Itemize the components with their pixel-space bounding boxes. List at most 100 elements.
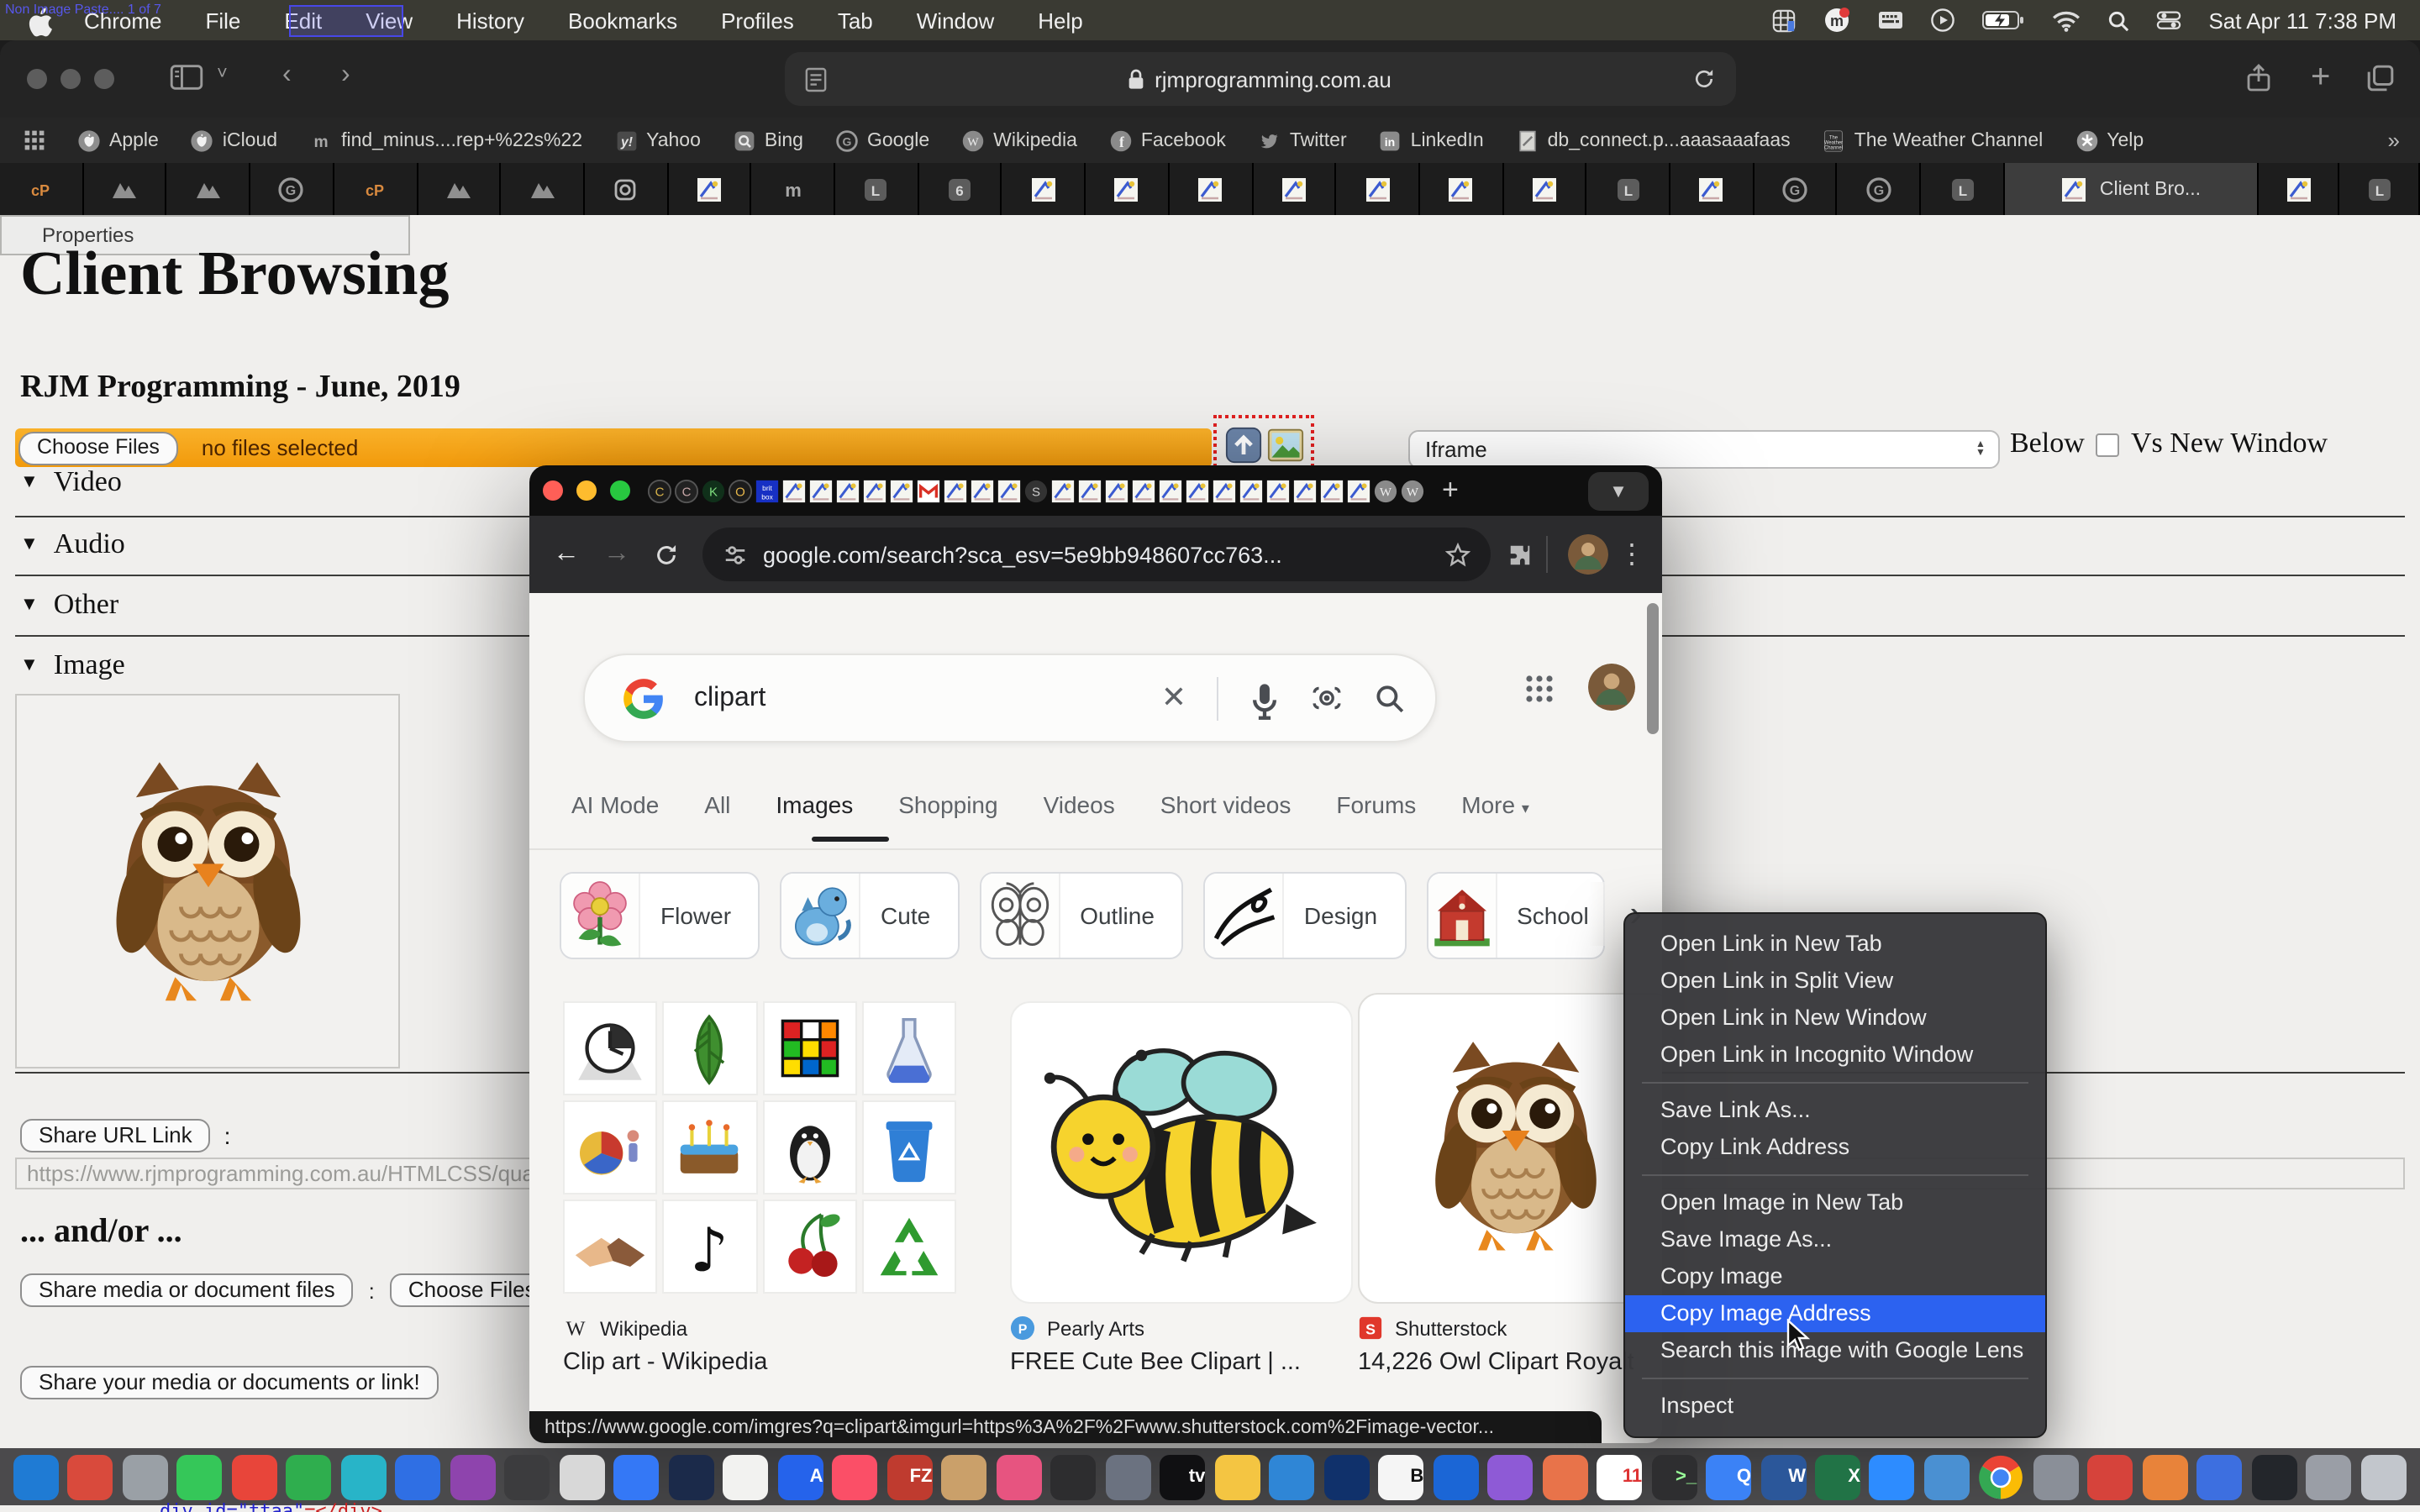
browser-tab[interactable]: L bbox=[835, 163, 918, 215]
dock-icon[interactable] bbox=[1542, 1454, 1587, 1499]
owl-clipart-image[interactable] bbox=[100, 753, 315, 1009]
dock-icon[interactable] bbox=[1105, 1454, 1150, 1499]
bookmarks-overflow-chevron[interactable]: » bbox=[2388, 128, 2420, 153]
popup-tab[interactable] bbox=[1319, 478, 1344, 503]
picture-icon[interactable] bbox=[1266, 426, 1303, 463]
dock-icon[interactable] bbox=[1214, 1454, 1260, 1499]
menu-item[interactable]: Tab bbox=[838, 8, 873, 33]
popup-zoom-button[interactable] bbox=[610, 480, 630, 501]
popup-tab[interactable] bbox=[862, 478, 887, 503]
menu-item[interactable]: Window bbox=[917, 8, 995, 33]
menu-item-open-link-split-view[interactable]: Open Link in Split View bbox=[1625, 963, 2045, 1000]
dock-icon[interactable] bbox=[2252, 1454, 2297, 1499]
menu-item-open-link-incognito[interactable]: Open Link in Incognito Window bbox=[1625, 1037, 2045, 1074]
dock-icon[interactable] bbox=[450, 1454, 496, 1499]
minimize-window-button[interactable] bbox=[60, 69, 81, 89]
popup-forward-icon[interactable]: → bbox=[603, 539, 630, 570]
profile-avatar[interactable] bbox=[1568, 534, 1608, 575]
browser-tab[interactable]: L bbox=[2339, 163, 2420, 215]
dock-icon[interactable] bbox=[2033, 1454, 2079, 1499]
tab-overview-icon[interactable] bbox=[2366, 64, 2395, 92]
popup-tab[interactable] bbox=[997, 478, 1022, 503]
dock-icon[interactable] bbox=[13, 1454, 59, 1499]
result-title[interactable]: 14,226 Owl Clipart Royalt bbox=[1358, 1349, 1634, 1376]
popup-tab[interactable]: C bbox=[647, 478, 672, 503]
result-image-bee[interactable] bbox=[1010, 1001, 1353, 1304]
popup-tab[interactable]: W bbox=[1400, 478, 1425, 503]
back-button[interactable]: ‹ bbox=[282, 60, 292, 91]
bookmark-item[interactable]: db_connect.p...aaasaaafaas bbox=[1516, 129, 1791, 152]
popup-tab[interactable] bbox=[808, 478, 834, 503]
browser-tab[interactable]: G bbox=[1838, 163, 1921, 215]
search-magnifier-icon[interactable] bbox=[1373, 682, 1405, 714]
bookmark-item[interactable]: Bing bbox=[733, 129, 803, 152]
dock-icon[interactable] bbox=[1323, 1454, 1369, 1499]
dock-icon[interactable]: Q bbox=[1706, 1454, 1751, 1499]
browser-tab-active[interactable]: Client Bro... bbox=[2005, 163, 2259, 215]
dock-icon[interactable] bbox=[177, 1454, 223, 1499]
browser-tab[interactable]: cP bbox=[0, 163, 83, 215]
filter-chip[interactable]: Outline bbox=[979, 872, 1183, 959]
target-mode-select[interactable]: Iframe ▲▼ bbox=[1408, 430, 2000, 469]
dock-icon[interactable] bbox=[1269, 1454, 1314, 1499]
popup-new-tab-icon[interactable]: + bbox=[1442, 474, 1459, 507]
tab-more[interactable]: More ▾ bbox=[1461, 791, 1529, 818]
dock-icon[interactable] bbox=[232, 1454, 277, 1499]
section-audio[interactable]: ▼Audio bbox=[20, 528, 125, 561]
browser-tab[interactable] bbox=[501, 163, 584, 215]
google-search-box[interactable]: clipart ✕ bbox=[583, 654, 1437, 743]
dock-icon[interactable] bbox=[1050, 1454, 1096, 1499]
dock-icon[interactable] bbox=[614, 1454, 660, 1499]
popup-tab[interactable] bbox=[1104, 478, 1129, 503]
google-lens-icon[interactable] bbox=[1311, 682, 1343, 714]
menu-item-open-link-new-tab[interactable]: Open Link in New Tab bbox=[1625, 926, 2045, 963]
reader-icon[interactable] bbox=[805, 66, 827, 92]
extensions-puzzle-icon[interactable] bbox=[1507, 542, 1533, 567]
reload-icon[interactable] bbox=[1692, 67, 1716, 91]
bookmark-item[interactable]: inLinkedIn bbox=[1379, 129, 1484, 152]
section-image[interactable]: ▼Image bbox=[20, 648, 125, 682]
mail-status-icon[interactable]: m bbox=[1823, 8, 1850, 32]
popup-tab[interactable]: C bbox=[674, 478, 699, 503]
dock-icon[interactable] bbox=[833, 1454, 878, 1499]
app-grid-status-icon[interactable] bbox=[1771, 8, 1797, 32]
menu-item-search-google-lens[interactable]: Search this image with Google Lens bbox=[1625, 1332, 2045, 1369]
section-other[interactable]: ▼Other bbox=[20, 588, 118, 622]
popup-tab[interactable] bbox=[1158, 478, 1183, 503]
menu-item-inspect[interactable]: Inspect bbox=[1625, 1388, 2045, 1425]
popup-tab[interactable] bbox=[1131, 478, 1156, 503]
browser-tab[interactable] bbox=[585, 163, 668, 215]
popup-tab[interactable] bbox=[1077, 478, 1102, 503]
dock-icon[interactable] bbox=[1924, 1454, 1970, 1499]
dock-icon[interactable]: FZ bbox=[887, 1454, 933, 1499]
dock-icon[interactable]: 11 bbox=[1597, 1454, 1642, 1499]
browser-tab[interactable] bbox=[1086, 163, 1169, 215]
dock-icon[interactable]: A bbox=[778, 1454, 823, 1499]
popup-tab[interactable]: britbox bbox=[755, 478, 780, 503]
dock-icon[interactable] bbox=[2143, 1454, 2188, 1499]
share-submit-button[interactable]: Share your media or documents or link! bbox=[20, 1366, 439, 1399]
menu-item[interactable]: Bookmarks bbox=[568, 8, 677, 33]
battery-status-icon[interactable] bbox=[1981, 8, 2025, 32]
address-bar[interactable]: rjmprogramming.com.au bbox=[785, 52, 1736, 106]
browser-tab[interactable]: L bbox=[1587, 163, 1670, 215]
bookmark-item[interactable]: GGoogle bbox=[835, 129, 929, 152]
tab-short-videos[interactable]: Short videos bbox=[1160, 791, 1292, 818]
result-source[interactable]: SShutterstock bbox=[1358, 1315, 1507, 1341]
browser-tab[interactable] bbox=[1670, 163, 1754, 215]
menu-item-save-image-as[interactable]: Save Image As... bbox=[1625, 1221, 2045, 1258]
menu-item[interactable]: History bbox=[456, 8, 524, 33]
bookmark-item[interactable]: y!Yahoo bbox=[614, 129, 701, 152]
file-input-highlight[interactable]: Choose Files no files selected bbox=[15, 428, 1212, 467]
browser-tab[interactable] bbox=[1170, 163, 1253, 215]
result-title[interactable]: FREE Cute Bee Clipart | ... bbox=[1010, 1349, 1301, 1376]
sidebar-chevron-icon[interactable]: ˅ bbox=[217, 64, 228, 84]
browser-tab[interactable] bbox=[668, 163, 751, 215]
popup-tab[interactable] bbox=[781, 478, 807, 503]
browser-tab[interactable] bbox=[1253, 163, 1336, 215]
result-title[interactable]: Clip art - Wikipedia bbox=[563, 1349, 767, 1376]
popup-tab[interactable]: O bbox=[728, 478, 753, 503]
browser-tab[interactable] bbox=[418, 163, 501, 215]
popup-tab[interactable] bbox=[916, 478, 941, 503]
popup-titlebar[interactable]: CCKObritboxSWW + ▼ bbox=[529, 465, 1662, 516]
